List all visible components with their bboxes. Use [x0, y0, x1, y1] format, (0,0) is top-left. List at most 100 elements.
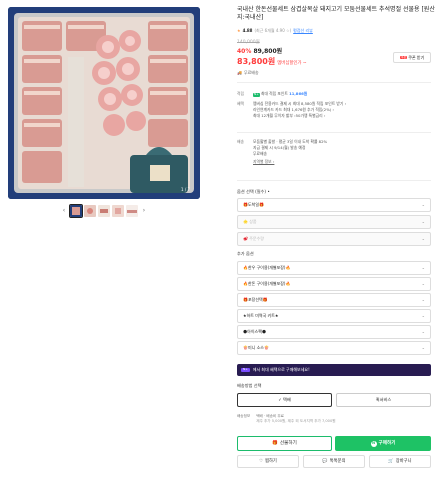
shipping-option-label: ✓ 택배	[278, 397, 291, 403]
review-link[interactable]: 평점선 리뷰	[293, 28, 313, 33]
points-text: 최대 적립 포인트	[260, 91, 288, 96]
points-key: 적립	[237, 91, 244, 96]
cart-label: 장바구니	[395, 458, 412, 464]
divider	[237, 180, 431, 181]
extra-option-select[interactable]: 🎁포장선택🎁 ⌄	[237, 293, 431, 307]
star-icon: ★	[237, 28, 241, 33]
chevron-down-icon: ⌄	[421, 236, 425, 242]
member-price-label[interactable]: 멤버십할인가 ~	[277, 61, 306, 67]
inquiry-label: 톡톡문의	[329, 458, 346, 464]
shipping-info: 배송정보 택배 · 배송비 무료 제주 추가 5,000원, 제주 외 도서지역…	[237, 414, 336, 423]
thumbnail-1[interactable]	[69, 204, 83, 218]
delivery-key: 배송	[237, 139, 244, 144]
rating-row: ★ 4.88 (최근 6개월 4.90 ☆) 평점선 리뷰	[237, 28, 313, 33]
chevron-left-icon[interactable]: ‹	[60, 207, 68, 215]
free-shipping-text: 무료배송	[243, 70, 259, 75]
thumbnail-5[interactable]	[126, 205, 138, 217]
benefits-row: 혜택 멤버십 전용카드 결제 시 최대 8,580원 적립 포인트 받기 › 라…	[237, 101, 432, 120]
thumbnail-strip: ‹ ›	[60, 204, 148, 218]
chevron-down-icon: ⌄	[421, 202, 425, 208]
promo-text: 에서 최대 혜택으로 구매해보세요!	[252, 367, 310, 373]
shipping-free-row: 🚚 무료배송	[237, 70, 259, 75]
chevron-down-icon: ⌄	[421, 265, 425, 271]
select-value: 🥩 주문수량	[243, 236, 264, 242]
inquiry-button[interactable]: 💬 톡톡문의	[303, 455, 365, 468]
cart-icon: 🛒	[388, 458, 394, 464]
points-tag: N+	[253, 92, 260, 97]
shipping-info-sub: 제주 추가 5,000원, 제주 외 도서지역 추가 7,000원	[256, 418, 336, 423]
extra-option-select[interactable]: ★하트 미역국 키트★ ⌄	[237, 309, 431, 323]
shipping-info-key: 배송정보	[237, 414, 251, 418]
delivery-line: 무료배송	[253, 150, 267, 156]
member-price-row: 83,800원 멤버십할인가 ~	[237, 57, 307, 67]
membership-promo-bar[interactable]: N+ 에서 최대 혜택으로 구매해보세요!	[237, 364, 431, 376]
photo-counter: 1 / 7	[181, 186, 190, 192]
discount-price-row: 40% 89,800원	[237, 48, 282, 56]
cart-button[interactable]: 🛒 장바구니	[369, 455, 431, 468]
select-value: ★하트 미역국 키트★	[243, 313, 279, 319]
select-value: 🌟 상품	[243, 219, 257, 225]
discount-price: 89,800원	[253, 48, 283, 55]
promo-badge: N+	[241, 367, 250, 372]
chevron-down-icon: ⌄	[421, 313, 425, 319]
member-price: 83,800원	[237, 57, 276, 66]
points-row: 적립 N+ 최대 적립 포인트 11,866원	[237, 91, 432, 97]
required-options-label: 옵션 선택 (필수) •	[237, 189, 270, 194]
image-gallery: 1 / 7 ‹ ›	[0, 0, 218, 480]
product-photo	[8, 7, 200, 199]
extra-options-label: 추가 옵션	[237, 251, 254, 256]
product-info-panel: 국내산 한돈선물세트 삼겹살목살 돼지고기 모둠선물세트 추석명절 선물용 [원…	[230, 0, 440, 480]
like-button[interactable]: ♡ 찜하기	[237, 455, 299, 468]
gift-button[interactable]: 🎁 선물하기	[237, 436, 332, 451]
product-title: 국내산 한돈선물세트 삼겹살목살 돼지고기 모둠선물세트 추석명절 선물용 [원…	[237, 6, 435, 21]
thumbnail-4[interactable]	[112, 205, 124, 217]
extra-option-select[interactable]: 🔥한돈 구이용(개별포장)🔥 ⌄	[237, 277, 431, 291]
chevron-down-icon: ⌄	[421, 219, 425, 225]
option-select-product[interactable]: 🌟 상품 ⌄	[237, 215, 431, 229]
thumbnail-2[interactable]	[84, 205, 96, 217]
divider	[237, 82, 431, 83]
chevron-down-icon: ⌄	[421, 329, 425, 335]
like-label: 찜하기	[265, 458, 277, 464]
chevron-down-icon: ⌄	[421, 297, 425, 303]
benefit-key: 혜택	[237, 101, 244, 106]
original-price: 140,000원	[237, 40, 260, 45]
chevron-down-icon: ⌄	[421, 281, 425, 287]
coupon-badge: 쿠폰	[399, 54, 408, 60]
select-value: 🍿미니 소스🍿	[243, 345, 269, 351]
rating-value: 4.88	[242, 28, 253, 33]
gift-icon: 🎁	[272, 440, 278, 446]
coupon-button[interactable]: 쿠폰 쿠폰 받기	[393, 52, 431, 63]
buy-button[interactable]: N 구매하기	[335, 436, 431, 451]
coupon-label: 쿠폰 받기	[408, 54, 425, 60]
select-value: 🔥한우 구이용(개별포장)🔥	[243, 265, 291, 271]
shipping-option-label: 퀵서비스	[375, 397, 392, 403]
select-value: 🌑아이스팩🌑	[243, 329, 267, 335]
chevron-right-icon[interactable]: ›	[140, 207, 148, 215]
product-main-image[interactable]: 1 / 7	[8, 7, 200, 199]
extra-option-select[interactable]: 🍿미니 소스🍿 ⌄	[237, 341, 431, 355]
benefit-line[interactable]: 최대 12개월 무이자 할부 ›50가맹 특별금리 ›	[253, 113, 432, 119]
chevron-down-icon: ⌄	[421, 345, 425, 351]
select-value: 🔥한돈 구이용(개별포장)🔥	[243, 281, 291, 287]
rating-meta: (최근 6개월 4.90 ☆)	[254, 28, 292, 33]
thumbnail-3[interactable]	[98, 205, 110, 217]
truck-icon: 🚚	[237, 70, 242, 75]
heart-icon: ♡	[259, 458, 263, 464]
option-select-date[interactable]: 🎁도착일🎁 ⌄	[237, 198, 431, 212]
shipping-option-parcel[interactable]: ✓ 택배	[237, 393, 332, 407]
extra-option-select[interactable]: 🌑아이스팩🌑 ⌄	[237, 325, 431, 339]
select-value: 🎁도착일🎁	[243, 202, 265, 208]
delivery-region-link[interactable]: 지역별 정보 ›	[253, 159, 432, 165]
delivery-line: 지금 결제 시 9/14(월) 발송 예정	[253, 144, 306, 150]
discount-percent: 40%	[237, 48, 252, 55]
chat-icon: 💬	[322, 458, 328, 464]
shipping-option-quick[interactable]: 퀵서비스	[336, 393, 431, 407]
option-select-quantity[interactable]: 🥩 주문수량 ⌄	[237, 232, 431, 246]
points-value: 11,866원	[289, 91, 308, 96]
extra-option-select[interactable]: 🔥한우 구이용(개별포장)🔥 ⌄	[237, 261, 431, 275]
gift-label: 선물하기	[279, 440, 297, 446]
buy-label: 구매하기	[378, 440, 396, 446]
shipping-method-label: 배송방법 선택	[237, 383, 262, 388]
select-value: 🎁포장선택🎁	[243, 297, 268, 303]
